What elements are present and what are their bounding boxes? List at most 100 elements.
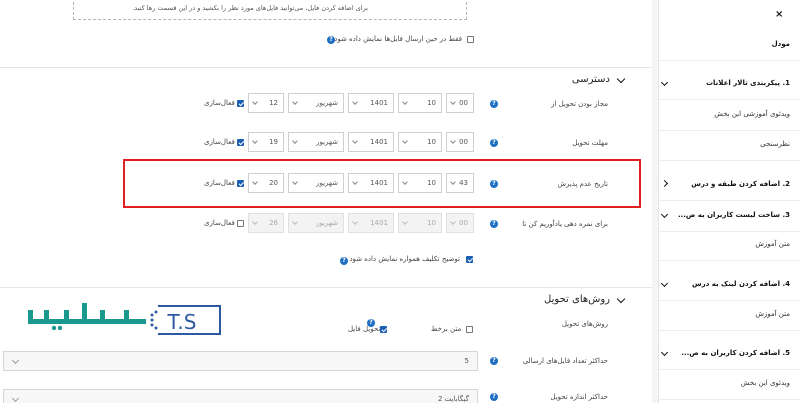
hour-value: 10 (427, 99, 436, 107)
file-submission-checkbox[interactable] (380, 326, 387, 333)
month-value: شهریور (316, 138, 338, 146)
chevron-down-icon[interactable] (660, 348, 669, 357)
chevron-down-icon (252, 138, 258, 144)
hour-select[interactable]: 10 (398, 213, 442, 233)
drawer-section-item[interactable]: 1. پیکربندی تالار اعلانات (706, 79, 790, 87)
hour-select[interactable]: 10 (398, 132, 442, 152)
minute-value: 00 (459, 99, 468, 107)
max-size-value: 2 گیگابایت (437, 395, 469, 403)
help-icon[interactable]: ? (490, 100, 498, 108)
chevron-down-icon (292, 219, 298, 225)
section-title-submission: روش‌های تحویل (544, 294, 610, 305)
only-first-send-label: فقط در حین ارسال فایل‌ها نمایش داده شود (334, 35, 462, 43)
minute-select[interactable]: 00 (446, 213, 474, 233)
dropzone-hint: برای اضافه کردن فایل، می‌توانید فایل‌های… (132, 4, 368, 12)
chevron-down-icon (352, 138, 358, 144)
assignment-settings-form: برای اضافه کردن فایل، می‌توانید فایل‌های… (0, 0, 658, 403)
drawer-divider (659, 60, 800, 61)
drawer-divider (659, 260, 800, 261)
month-select[interactable]: شهریور (288, 132, 344, 152)
month-value: شهریور (316, 99, 338, 107)
chevron-down-icon[interactable] (660, 279, 669, 288)
online-text-label: متن برخط (431, 325, 462, 333)
help-icon[interactable]: ? (327, 36, 335, 44)
month-value: شهریور (316, 219, 338, 227)
chevron-down-icon[interactable] (616, 74, 626, 84)
day-select[interactable]: 12 (248, 93, 284, 113)
drawer-activity-item[interactable]: نظرسنجی (760, 140, 790, 148)
drawer-divider (659, 399, 800, 400)
chevron-down-icon (292, 138, 298, 144)
drawer-activity-item[interactable]: ویدئوی این بخش (741, 379, 790, 387)
month-select[interactable]: شهریور (288, 213, 344, 233)
drawer-section-item[interactable]: 4. اضافه کردن لینک به درس (692, 280, 790, 288)
chevron-down-icon[interactable] (616, 294, 626, 304)
enable-label: فعال‌سازی (204, 99, 235, 107)
day-value: 26 (269, 219, 278, 227)
close-icon[interactable]: × (775, 9, 783, 20)
drawer-activity-item[interactable]: ویدئوی آموزشی این بخش (714, 110, 790, 118)
drawer-activity-item[interactable]: متن آموزش (755, 240, 790, 248)
course-index-drawer: × مودل 1. پیکربندی تالار اعلانات ویدئوی آم… (658, 0, 800, 403)
help-icon[interactable]: ? (490, 139, 498, 147)
online-text-checkbox[interactable] (466, 326, 473, 333)
chevron-down-icon (402, 219, 408, 225)
always-show-desc-checkbox[interactable] (466, 256, 473, 263)
day-select[interactable]: 26 (248, 213, 284, 233)
drawer-divider (659, 369, 800, 370)
file-dropzone[interactable]: برای اضافه کردن فایل، می‌توانید فایل‌های… (73, 0, 467, 20)
enable-checkbox[interactable] (237, 139, 244, 146)
chevron-down-icon (292, 99, 298, 105)
enable-label: فعال‌سازی (204, 138, 235, 146)
drawer-divider (659, 99, 800, 100)
chevron-down-icon (450, 138, 456, 144)
chevron-down-icon (11, 356, 20, 365)
drawer-section-item[interactable]: 2. اضافه کردن طبقه و درس (691, 180, 790, 188)
availability-row-label: برای نمره دهی یادآوریم کن تا (522, 220, 608, 228)
enable-label: فعال‌سازی (204, 219, 235, 227)
drawer-section-item[interactable]: 3. ساخت لیست کاربران به ص... (678, 211, 790, 219)
drawer-section-item[interactable]: 5. اضافه کردن کاربران به ص... (681, 349, 790, 357)
chevron-down-icon (352, 219, 358, 225)
highlight-box (123, 159, 641, 208)
drawer-divider (659, 130, 800, 131)
max-files-label: حداکثر تعداد فایل‌های ارسالی (522, 357, 608, 365)
max-size-select[interactable]: 2 گیگابایت (3, 389, 478, 403)
year-select[interactable]: 1401 (348, 132, 394, 152)
logo-initials: T.S (167, 310, 197, 334)
year-select[interactable]: 1401 (348, 93, 394, 113)
page: برای اضافه کردن فایل، می‌توانید فایل‌های… (0, 0, 800, 403)
minute-select[interactable]: 00 (446, 132, 474, 152)
enable-checkbox[interactable] (237, 100, 244, 107)
help-icon[interactable]: ? (490, 357, 498, 365)
drawer-section-item[interactable]: مودل (772, 40, 790, 48)
help-icon[interactable]: ? (490, 393, 498, 401)
drawer-activity-item[interactable]: متن آموزش (755, 310, 790, 318)
max-files-select[interactable]: 5 (3, 351, 478, 371)
minute-value: 00 (459, 138, 468, 146)
chevron-down-icon (450, 99, 456, 105)
availability-row-label: مجاز بودن تحویل از (551, 100, 608, 108)
minute-select[interactable]: 00 (446, 93, 474, 113)
help-icon[interactable]: ? (490, 220, 498, 228)
month-select[interactable]: شهریور (288, 93, 344, 113)
chevron-right-icon[interactable] (660, 179, 669, 188)
chevron-down-icon (402, 138, 408, 144)
availability-row-label: مهلت تحویل (572, 139, 608, 147)
chevron-down-icon[interactable] (660, 78, 669, 87)
hour-select[interactable]: 10 (398, 93, 442, 113)
drawer-divider (659, 300, 800, 301)
chevron-down-icon[interactable] (660, 210, 669, 219)
enable-checkbox[interactable] (237, 220, 244, 227)
day-value: 12 (269, 99, 278, 107)
help-icon[interactable]: ? (340, 257, 348, 265)
max-size-label: حداکثر اندازه تحویل (550, 393, 608, 401)
drawer-divider (659, 330, 800, 331)
year-value: 1401 (370, 138, 388, 146)
tehran-logo: T.S (24, 301, 224, 341)
logo-graphic: T.S (28, 303, 221, 335)
day-select[interactable]: 19 (248, 132, 284, 152)
year-select[interactable]: 1401 (348, 213, 394, 233)
hour-value: 10 (427, 219, 436, 227)
only-first-send-checkbox[interactable] (467, 36, 474, 43)
